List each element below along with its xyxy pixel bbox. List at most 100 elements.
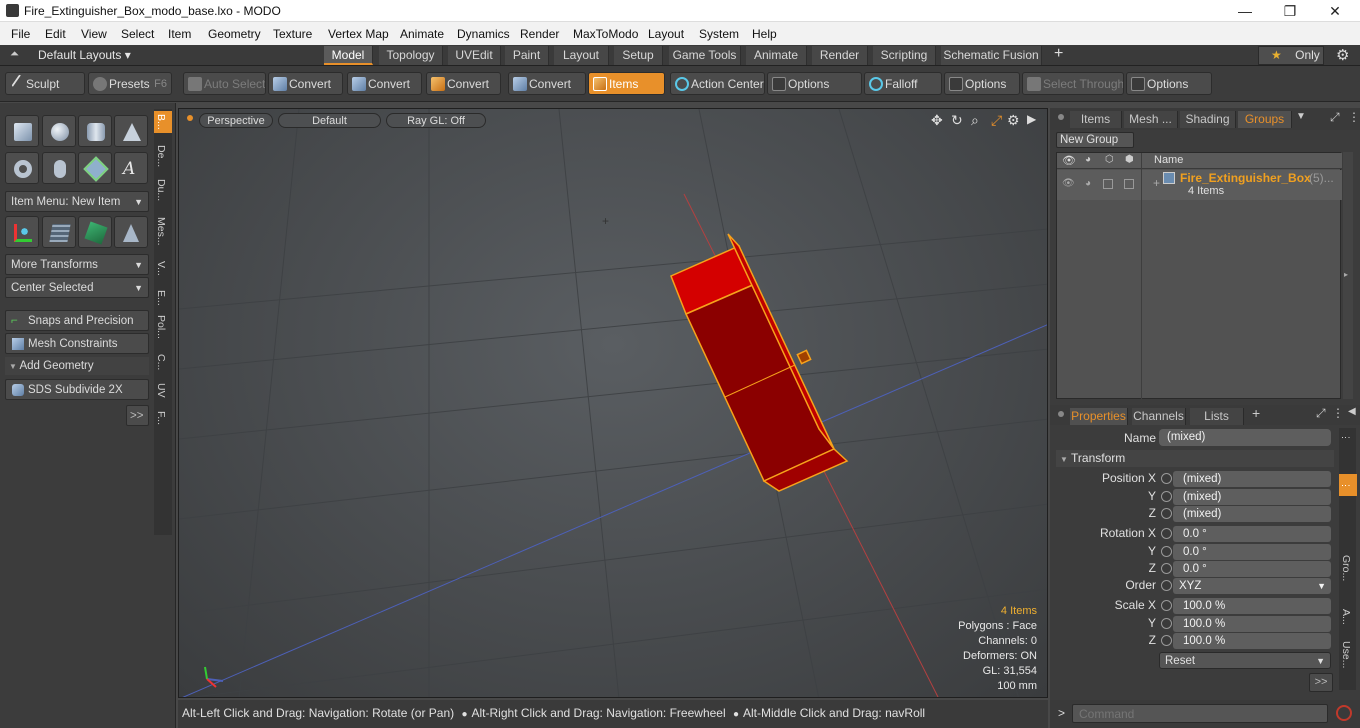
menu-animate[interactable]: Animate bbox=[400, 27, 444, 41]
lock-toggle-icon[interactable]: ◕ bbox=[1085, 178, 1091, 189]
menu-maxtomodo[interactable]: MaxToModo bbox=[573, 27, 638, 41]
position-y-field[interactable]: (mixed) bbox=[1173, 489, 1331, 505]
menu-help[interactable]: Help bbox=[752, 27, 777, 41]
vtab-duplicate[interactable]: Du... bbox=[154, 179, 172, 201]
snaps-precision-button[interactable]: ⌐ Snaps and Precision bbox=[5, 310, 149, 331]
menu-render[interactable]: Render bbox=[520, 27, 559, 41]
rot-z-anim-dot[interactable] bbox=[1161, 563, 1172, 574]
visibility-eye-icon[interactable]: 👁 bbox=[1062, 178, 1075, 189]
vtab-vertex[interactable]: V... bbox=[154, 257, 172, 279]
vtab-edge[interactable]: E... bbox=[154, 287, 172, 309]
menu-layout[interactable]: Layout bbox=[648, 27, 684, 41]
vtab-user[interactable]: Use... bbox=[1339, 636, 1357, 674]
convert-button-2[interactable]: Convert bbox=[347, 72, 422, 95]
view-type-dropdown[interactable]: Perspective bbox=[199, 113, 273, 128]
render-checkbox[interactable] bbox=[1124, 179, 1134, 189]
reset-dropdown[interactable]: Reset ▼ bbox=[1159, 652, 1331, 669]
vtab-options-dots[interactable]: ⋮ bbox=[1339, 428, 1357, 446]
capsule-primitive-button[interactable] bbox=[42, 152, 76, 184]
menu-geometry[interactable]: Geometry bbox=[208, 27, 261, 41]
add-layout-tab-button[interactable]: + bbox=[1054, 45, 1063, 63]
order-dropdown[interactable]: XYZ ▼ bbox=[1173, 578, 1331, 594]
maximize-view-icon[interactable]: ⤢ bbox=[991, 112, 1002, 129]
sphere-primitive-button[interactable] bbox=[42, 115, 76, 147]
tab-render[interactable]: Render bbox=[812, 46, 868, 65]
menu-item[interactable]: Item bbox=[168, 27, 191, 41]
select-through-button[interactable]: Select Through bbox=[1022, 72, 1124, 95]
taper-tool-button[interactable] bbox=[114, 216, 148, 248]
menu-select[interactable]: Select bbox=[121, 27, 154, 41]
items-mode-button[interactable]: Items bbox=[588, 72, 665, 95]
zoom-view-icon[interactable]: ⌕ bbox=[971, 112, 979, 129]
vtab-curve[interactable]: C... bbox=[154, 351, 172, 373]
scale-z-field[interactable]: 100.0 % bbox=[1173, 633, 1331, 649]
group-row[interactable]: 👁 ◕ + Fire_Extinguisher_Box (5)... 4 Ite… bbox=[1057, 170, 1342, 200]
minimize-button[interactable]: — bbox=[1222, 1, 1268, 21]
scale-y-field[interactable]: 100.0 % bbox=[1173, 616, 1331, 632]
menu-vertex-map[interactable]: Vertex Map bbox=[328, 27, 389, 41]
tab-lists[interactable]: Lists bbox=[1190, 408, 1244, 425]
tab-animate[interactable]: Animate bbox=[746, 46, 807, 65]
command-input[interactable] bbox=[1072, 704, 1328, 723]
viewport-menu-dot[interactable] bbox=[187, 115, 193, 121]
tab-shading[interactable]: Shading bbox=[1180, 111, 1236, 128]
add-geometry-section[interactable]: ▼ Add Geometry bbox=[5, 357, 149, 375]
vtab-uv[interactable]: UV bbox=[154, 379, 172, 401]
options-button-3[interactable]: Options bbox=[1126, 72, 1212, 95]
tab-schematic-fusion[interactable]: Schematic Fusion bbox=[941, 46, 1042, 65]
vtab-polygon[interactable]: Pol... bbox=[154, 315, 172, 339]
add-tab-button[interactable]: + bbox=[1252, 405, 1260, 421]
options-button-2[interactable]: Options bbox=[944, 72, 1020, 95]
tab-setup[interactable]: Setup bbox=[614, 46, 663, 65]
mesh-constraints-button[interactable]: Mesh Constraints bbox=[5, 333, 149, 354]
shading-dropdown[interactable]: Default bbox=[278, 113, 381, 128]
vtab-mesh-edit[interactable]: Mes... bbox=[154, 217, 172, 246]
record-macro-icon[interactable] bbox=[1336, 705, 1352, 721]
pos-z-anim-dot[interactable] bbox=[1161, 508, 1172, 519]
pen-tool-button[interactable] bbox=[78, 152, 112, 184]
convert-button-1[interactable]: Convert bbox=[268, 72, 343, 95]
falloff-button[interactable]: Falloff bbox=[864, 72, 942, 95]
name-field[interactable]: (mixed) bbox=[1159, 429, 1331, 446]
tab-channels[interactable]: Channels bbox=[1132, 408, 1186, 425]
expand-properties-button[interactable]: >> bbox=[1309, 673, 1333, 692]
presets-button[interactable]: Presets F6 bbox=[88, 72, 172, 95]
cylinder-primitive-button[interactable] bbox=[78, 115, 112, 147]
scl-x-anim-dot[interactable] bbox=[1161, 600, 1172, 611]
menu-dynamics[interactable]: Dynamics bbox=[457, 27, 510, 41]
rot-x-anim-dot[interactable] bbox=[1161, 528, 1172, 539]
tab-paint[interactable]: Paint bbox=[505, 46, 549, 65]
collapse-right-icon[interactable]: ◀ bbox=[1348, 406, 1356, 417]
cube-primitive-button[interactable] bbox=[5, 115, 39, 147]
vtab-groups[interactable]: Gro... bbox=[1339, 546, 1357, 590]
transform-tool-button[interactable] bbox=[5, 216, 39, 248]
expand-plus-icon[interactable]: + bbox=[1153, 176, 1160, 190]
chevron-down-icon[interactable]: ▼ bbox=[1296, 111, 1306, 122]
vtab-active-marker[interactable]: ⋮ bbox=[1339, 474, 1357, 496]
only-toggle[interactable]: ★ Only bbox=[1258, 46, 1324, 65]
tab-properties[interactable]: Properties bbox=[1070, 408, 1128, 425]
center-selected-dropdown[interactable]: Center Selected ▼ bbox=[5, 277, 149, 298]
auto-select-button[interactable]: Auto Select bbox=[183, 72, 266, 95]
tab-game-tools[interactable]: Game Tools bbox=[669, 46, 741, 65]
position-z-field[interactable]: (mixed) bbox=[1173, 506, 1331, 522]
tab-uvedit[interactable]: UVEdit bbox=[448, 46, 501, 65]
text-tool-button[interactable]: A bbox=[114, 152, 148, 184]
torus-primitive-button[interactable] bbox=[5, 152, 39, 184]
raygl-dropdown[interactable]: Ray GL: Off bbox=[386, 113, 486, 128]
deform-grid-button[interactable] bbox=[42, 216, 76, 248]
tab-groups[interactable]: Groups bbox=[1238, 111, 1292, 128]
menu-file[interactable]: File bbox=[11, 27, 30, 41]
jitter-tool-button[interactable] bbox=[78, 216, 112, 248]
maximize-button[interactable]: ❐ bbox=[1267, 1, 1313, 21]
scl-y-anim-dot[interactable] bbox=[1161, 618, 1172, 629]
scale-x-field[interactable]: 100.0 % bbox=[1173, 598, 1331, 614]
order-anim-dot[interactable] bbox=[1161, 580, 1172, 591]
tab-scripting[interactable]: Scripting bbox=[873, 46, 936, 65]
options-button-1[interactable]: Options bbox=[767, 72, 862, 95]
view-settings-icon[interactable]: ⚙ bbox=[1007, 112, 1020, 129]
groups-scrollbar[interactable]: ▸ bbox=[1343, 152, 1353, 399]
menu-view[interactable]: View bbox=[81, 27, 107, 41]
transform-section-header[interactable]: ▼ Transform bbox=[1056, 450, 1334, 467]
close-button[interactable]: ✕ bbox=[1312, 1, 1358, 21]
